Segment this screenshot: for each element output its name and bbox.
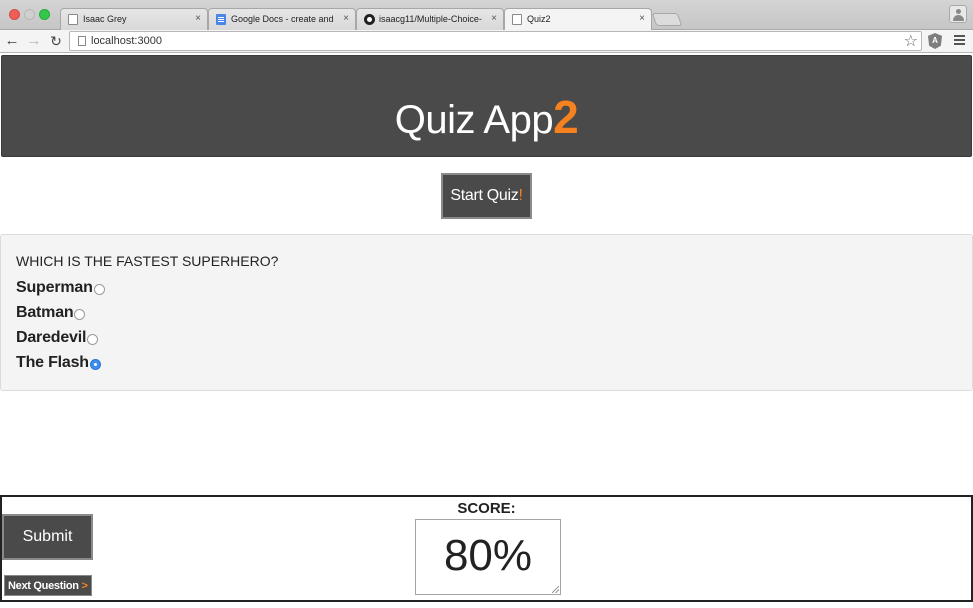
next-question-button[interactable]: Next Question > — [4, 575, 92, 596]
window-minimize-button[interactable] — [24, 9, 35, 20]
question-text: WHICH IS THE FASTEST SUPERHERO? — [16, 253, 279, 269]
browser-tab[interactable]: Isaac Grey × — [60, 8, 208, 30]
score-label: SCORE: — [457, 500, 516, 517]
reload-icon[interactable]: ↻ — [47, 32, 65, 50]
start-quiz-accent: ! — [518, 187, 523, 204]
resize-grip-icon[interactable] — [552, 586, 559, 593]
github-icon — [364, 14, 375, 25]
answer-label: The Flash — [16, 354, 89, 371]
answer-label: Daredevil — [16, 329, 87, 346]
answer-option[interactable]: Batman — [16, 304, 86, 322]
answer-radio[interactable] — [93, 284, 105, 295]
quiz-footer: SCORE: Submit Next Question > 80% — [0, 495, 973, 602]
start-quiz-button[interactable]: Start Quiz! — [441, 173, 532, 219]
menu-icon[interactable] — [954, 35, 965, 45]
profile-icon[interactable] — [949, 5, 967, 23]
browser-tab-strip: Isaac Grey × Google Docs - create and × … — [0, 0, 973, 31]
answer-option[interactable]: The Flash — [16, 354, 101, 372]
browser-toolbar: ← → ↻ localhost:3000 ☆ — [0, 30, 973, 53]
google-docs-icon — [216, 14, 226, 25]
score-display[interactable]: 80% — [415, 519, 561, 595]
bookmark-star-icon[interactable]: ☆ — [904, 31, 918, 51]
browser-tab-active[interactable]: Quiz2 × — [504, 8, 652, 31]
submit-button[interactable]: Submit — [2, 514, 93, 560]
new-tab-button[interactable] — [651, 13, 683, 26]
answer-radio-selected[interactable] — [89, 359, 101, 370]
tab-close-icon[interactable]: × — [195, 13, 201, 24]
page-icon — [512, 14, 522, 25]
tab-title: Quiz2 — [527, 14, 551, 24]
app-title: Quiz App2 — [2, 90, 971, 144]
forward-arrow-icon[interactable]: → — [25, 32, 43, 50]
tab-title: isaacg11/Multiple-Choice- — [379, 14, 482, 24]
next-question-label: Next Question — [8, 579, 79, 592]
answer-option[interactable]: Daredevil — [16, 329, 99, 347]
window-close-button[interactable] — [9, 9, 20, 20]
question-panel: WHICH IS THE FASTEST SUPERHERO? Superman… — [0, 234, 973, 391]
answer-radio[interactable] — [87, 334, 99, 345]
app-header: Quiz App2 — [1, 55, 972, 157]
tab-title: Google Docs - create and — [231, 14, 334, 24]
back-arrow-icon[interactable]: ← — [3, 32, 21, 50]
tab-close-icon[interactable]: × — [491, 13, 497, 24]
address-bar[interactable]: localhost:3000 ☆ — [69, 31, 922, 51]
next-question-accent: > — [81, 579, 88, 592]
page-icon — [78, 36, 86, 46]
answer-radio[interactable] — [74, 309, 86, 320]
tab-title: Isaac Grey — [83, 14, 127, 24]
address-bar-url: localhost:3000 — [91, 35, 162, 47]
browser-tab[interactable]: Google Docs - create and × — [208, 8, 356, 30]
answer-label: Batman — [16, 304, 74, 321]
app-title-accent: 2 — [553, 91, 579, 143]
browser-tab[interactable]: isaacg11/Multiple-Choice- × — [356, 8, 504, 30]
tab-close-icon[interactable]: × — [639, 13, 645, 24]
page-icon — [68, 14, 78, 25]
window-zoom-button[interactable] — [39, 9, 50, 20]
score-value: 80% — [443, 531, 533, 580]
answer-option[interactable]: Superman — [16, 279, 105, 297]
start-quiz-label: Start Quiz — [450, 187, 519, 204]
app-title-text: Quiz App — [394, 98, 554, 142]
answer-label: Superman — [16, 279, 93, 296]
tab-close-icon[interactable]: × — [343, 13, 349, 24]
